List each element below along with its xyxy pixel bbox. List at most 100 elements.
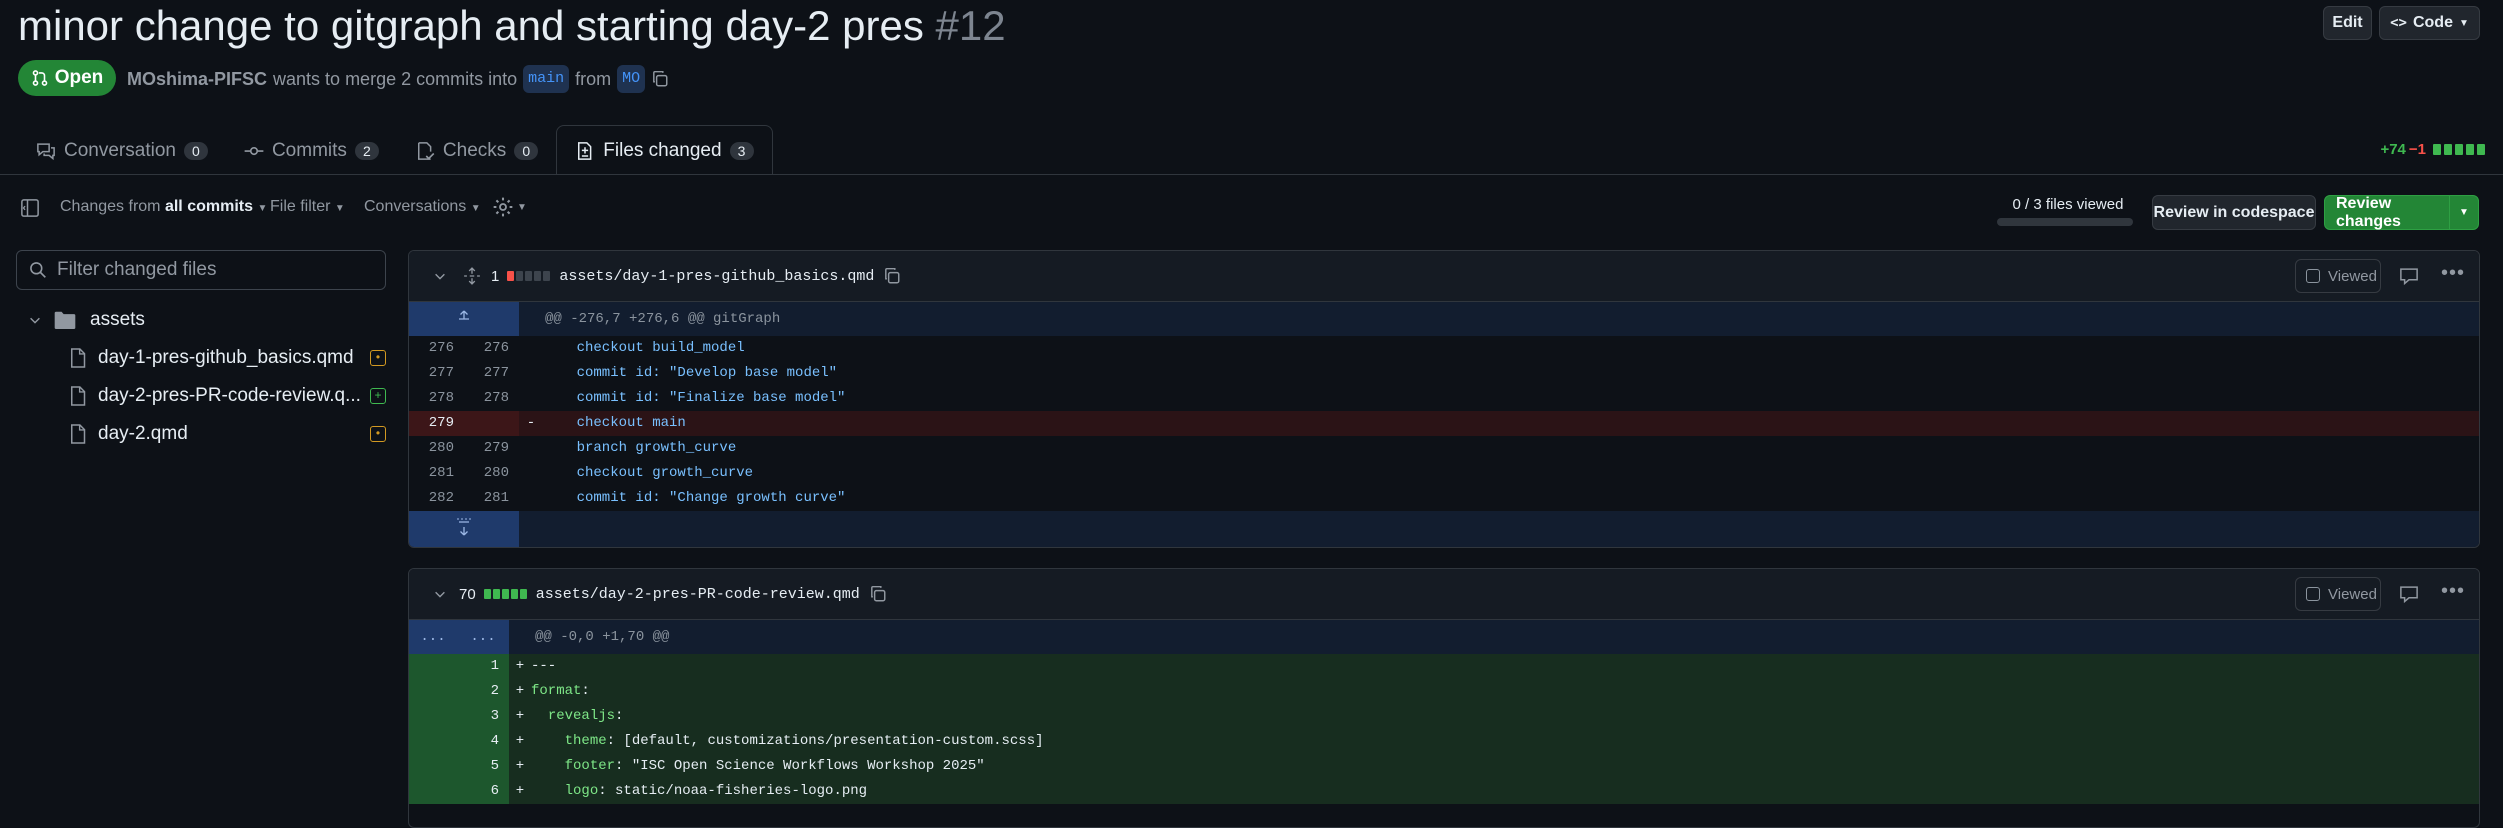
file-path[interactable]: assets/day-1-pres-github_basics.qmd xyxy=(559,268,874,285)
tree-folder-assets[interactable]: assets xyxy=(28,301,386,339)
new-line-number[interactable]: 4 xyxy=(457,729,509,754)
kebab-horizontal-icon[interactable]: ••• xyxy=(2441,580,2465,603)
expand-up-icon[interactable] xyxy=(409,302,519,336)
file-diff-icon xyxy=(575,141,595,161)
files-viewed-progress xyxy=(1997,218,2133,226)
new-line-number[interactable]: 3 xyxy=(457,704,509,729)
new-line-number[interactable]: 2 xyxy=(457,679,509,704)
diff-sign: + xyxy=(509,679,531,704)
new-line-number[interactable]: 5 xyxy=(457,754,509,779)
comment-icon[interactable] xyxy=(2399,584,2419,604)
new-line-number[interactable]: 278 xyxy=(464,386,519,411)
new-line-number[interactable]: 277 xyxy=(464,361,519,386)
new-line-number[interactable]: 276 xyxy=(464,336,519,361)
new-line-number[interactable]: 280 xyxy=(464,461,519,486)
expand-down-icon[interactable] xyxy=(409,511,519,547)
diff-sign xyxy=(519,436,543,461)
tab-conversation[interactable]: Conversation 0 xyxy=(18,127,226,175)
tree-file[interactable]: day-2-pres-PR-code-review.q... + xyxy=(28,377,386,415)
diff-line-context: 281 280 checkout growth_curve xyxy=(409,461,2479,486)
review-in-codespace-button[interactable]: Review in codespace xyxy=(2152,195,2316,230)
file-modified-icon: • xyxy=(370,426,386,442)
diffstat-block xyxy=(492,589,500,599)
old-line-number[interactable]: 278 xyxy=(409,386,464,411)
diffstat-block xyxy=(2433,144,2441,155)
diff-sign: - xyxy=(519,411,543,436)
review-changes-label: Review changes xyxy=(2336,194,2401,230)
new-line-number[interactable]: 6 xyxy=(457,779,509,804)
edit-button[interactable]: Edit xyxy=(2323,6,2372,40)
diff-sign xyxy=(519,386,543,411)
head-branch[interactable]: MO xyxy=(617,65,646,93)
filter-files-input[interactable]: Filter changed files xyxy=(16,250,386,290)
code-line: checkout build_model xyxy=(543,340,745,356)
pr-diffstat: +74 −1 xyxy=(2380,141,2485,158)
kebab-horizontal-icon[interactable]: ••• xyxy=(2441,262,2465,285)
code-button-label: Code xyxy=(2412,14,2453,31)
code-line: revealjs: xyxy=(531,704,2479,729)
code-line: checkout growth_curve xyxy=(543,465,754,481)
diff-settings-button[interactable]: ▼ xyxy=(492,196,527,218)
changes-from-value: all commits xyxy=(164,198,253,215)
code-line: --- xyxy=(531,654,2479,679)
review-changes-button[interactable]: Review changes ▼ xyxy=(2324,195,2479,230)
new-line-number[interactable]: 1 xyxy=(457,654,509,679)
hunk-gutter-new[interactable]: ... xyxy=(457,620,509,654)
file-filter-dropdown[interactable]: File filter ▼ xyxy=(270,198,345,216)
old-line-number[interactable]: 280 xyxy=(409,436,464,461)
chevron-down-icon[interactable] xyxy=(433,587,447,601)
chevron-down-icon[interactable] xyxy=(433,269,447,283)
copy-icon[interactable] xyxy=(869,585,887,603)
tabs-divider xyxy=(0,174,2503,175)
copy-icon[interactable] xyxy=(883,267,901,285)
tab-counter: 0 xyxy=(514,142,539,160)
tab-commits[interactable]: Commits 2 xyxy=(226,127,397,175)
old-line-number xyxy=(409,704,457,729)
new-line-number[interactable]: 281 xyxy=(464,486,519,511)
tab-label: Checks xyxy=(442,140,507,161)
diff-sign: + xyxy=(509,729,531,754)
code-line: branch growth_curve xyxy=(543,440,737,456)
old-line-number xyxy=(409,679,457,704)
diffstat-block xyxy=(2466,144,2474,155)
tab-counter: 3 xyxy=(729,141,754,160)
triangle-down-icon: ▼ xyxy=(517,201,527,213)
yaml-key: theme xyxy=(564,733,607,749)
hunk-gutter-old[interactable]: ... xyxy=(409,620,457,654)
base-branch[interactable]: main xyxy=(523,65,570,93)
old-line-number[interactable]: 277 xyxy=(409,361,464,386)
code-line: logo: static/noaa-fisheries-logo.png xyxy=(531,779,2479,804)
copy-icon[interactable] xyxy=(651,70,669,88)
tab-checks[interactable]: Checks 0 xyxy=(397,127,556,175)
file-changes-count: 70 xyxy=(459,585,476,603)
code-line: format: xyxy=(531,679,2479,704)
unfold-icon[interactable] xyxy=(463,267,481,285)
old-line-number[interactable]: 279 xyxy=(409,411,464,436)
conversations-dropdown[interactable]: Conversations ▼ xyxy=(364,198,481,216)
toggle-file-tree-icon[interactable] xyxy=(20,198,40,218)
pr-author-link[interactable]: MOshima-PIFSC xyxy=(127,66,267,92)
comment-icon[interactable] xyxy=(2399,266,2419,286)
file-path[interactable]: assets/day-2-pres-PR-code-review.qmd xyxy=(536,586,860,603)
tab-label: Conversation xyxy=(64,140,176,161)
changes-from-prefix: Changes from xyxy=(60,198,161,215)
tree-file[interactable]: day-2.qmd • xyxy=(28,415,386,453)
triangle-down-icon[interactable]: ▼ xyxy=(2449,196,2478,229)
diffstat-block xyxy=(516,271,524,281)
tree-file[interactable]: day-1-pres-github_basics.qmd • xyxy=(28,339,386,377)
diffstat-block xyxy=(2455,144,2463,155)
pr-meta: MOshima-PIFSC wants to merge 2 commits i… xyxy=(127,65,669,93)
viewed-checkbox[interactable]: Viewed xyxy=(2295,577,2381,611)
changes-from-dropdown[interactable]: Changes from all commits ▼ xyxy=(60,198,267,216)
viewed-checkbox[interactable]: Viewed xyxy=(2295,259,2381,293)
new-line-number[interactable]: 279 xyxy=(464,436,519,461)
tree-file-name: day-2-pres-PR-code-review.q... xyxy=(98,385,361,406)
new-line-number[interactable] xyxy=(464,411,519,436)
pr-from-text: from xyxy=(575,69,612,89)
old-line-number[interactable]: 282 xyxy=(409,486,464,511)
old-line-number[interactable]: 281 xyxy=(409,461,464,486)
code-button[interactable]: <> Code ▼ xyxy=(2379,6,2480,40)
old-line-number[interactable]: 276 xyxy=(409,336,464,361)
diffstat-block xyxy=(501,589,509,599)
tab-files-changed[interactable]: Files changed 3 xyxy=(556,125,773,175)
